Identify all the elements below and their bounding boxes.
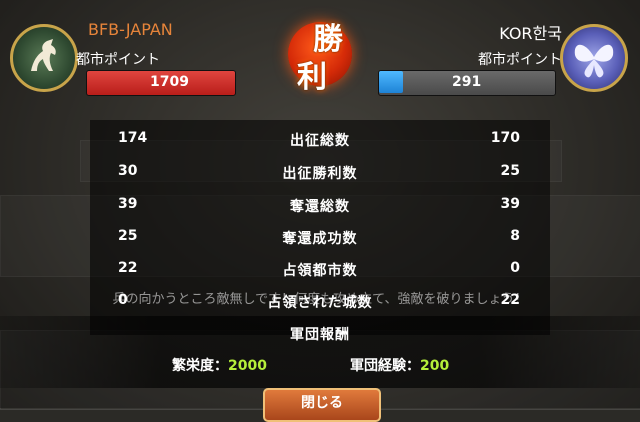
stat-left-value: 39: [118, 196, 138, 212]
right-points-value: 291: [452, 74, 482, 90]
stat-label: 出征勝利数: [282, 166, 358, 182]
right-points-bar-fill: [379, 71, 403, 93]
left-points-value: 1709: [150, 74, 189, 90]
stat-left-value: 25: [118, 228, 138, 244]
stat-row: 174 出征総数 170: [0, 130, 640, 152]
stat-row: 25 奪還成功数 8: [0, 228, 640, 250]
prosperity-label: 繁栄度：: [172, 358, 228, 374]
stat-label: 奪還成功数: [282, 231, 358, 247]
stat-left-value: 0: [118, 292, 128, 308]
stat-label: 占領都市数: [282, 263, 358, 279]
right-points-label: 都市ポイント: [478, 52, 562, 68]
exp-value: 200: [420, 358, 450, 374]
stat-left-value: 174: [118, 130, 148, 146]
stat-right-value: 39: [500, 196, 520, 212]
victory-badge: 勝 利: [284, 8, 356, 98]
stat-row: 39 奪還総数 39: [0, 196, 640, 218]
stat-row: 30 出征勝利数 25: [0, 163, 640, 185]
horse-emblem-icon: [10, 24, 78, 92]
stat-label: 占領された城数: [267, 295, 373, 311]
close-button[interactable]: 閉じる: [263, 388, 381, 422]
prosperity-reward: 繁栄度：2000: [172, 355, 267, 375]
prosperity-value: 2000: [228, 358, 267, 374]
exp-label: 軍団経験：: [350, 358, 420, 374]
butterfly-emblem-icon: [560, 24, 628, 92]
stat-right-value: 25: [500, 163, 520, 179]
stat-right-value: 170: [490, 130, 520, 146]
stat-left-value: 30: [118, 163, 138, 179]
reward-title: 軍団報酬: [290, 327, 350, 343]
right-team-name: KOR한국: [499, 24, 562, 43]
stat-row: 0 占領された城数 22: [0, 292, 640, 314]
stat-right-value: 22: [500, 292, 520, 308]
stat-row: 22 占領都市数 0: [0, 260, 640, 282]
stat-left-value: 22: [118, 260, 138, 276]
victory-char-2: 利: [297, 60, 327, 95]
stat-label: 出征総数: [290, 133, 350, 149]
stat-right-value: 8: [510, 228, 520, 244]
left-points-label: 都市ポイント: [76, 52, 160, 68]
stat-right-value: 0: [510, 260, 520, 276]
stat-label: 奪還総数: [290, 199, 350, 215]
exp-reward: 軍団経験：200: [350, 355, 449, 375]
left-team-name: BFB-JAPAN: [88, 20, 173, 39]
